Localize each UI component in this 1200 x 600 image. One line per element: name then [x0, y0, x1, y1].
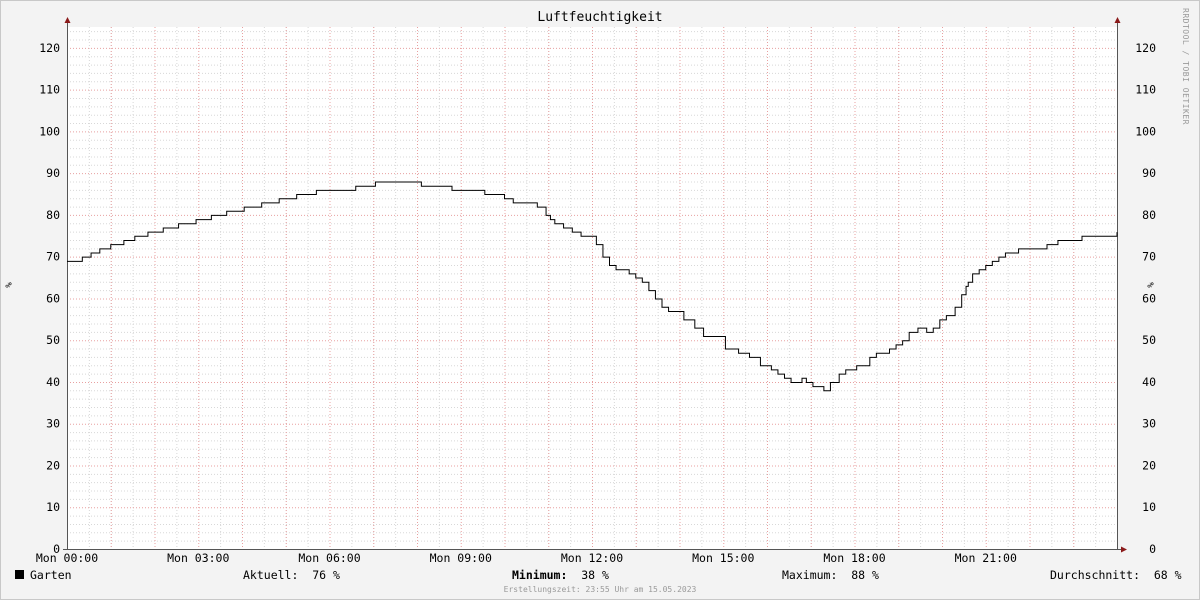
legend-maximum-label: Maximum: [782, 568, 838, 582]
y-tick-label-right: 60 [1142, 291, 1156, 305]
legend-maximum: Maximum: 88 % [782, 568, 879, 582]
legend-average-label: Durchschnitt: [1050, 568, 1141, 582]
x-tick-label: Mon 21:00 [955, 551, 1017, 565]
y-tick-label-right: 100 [1135, 124, 1156, 138]
y-tick-label-left: 120 [39, 41, 60, 55]
x-tick-label: Mon 09:00 [430, 551, 492, 565]
rrdtool-watermark: RRDTOOL / TOBI OETIKER [1181, 8, 1190, 125]
y-tick-label-left: 90 [46, 166, 60, 180]
legend-swatch [15, 570, 24, 579]
legend-maximum-value: 88 % [851, 568, 879, 582]
y-tick-label-right: 10 [1142, 500, 1156, 514]
legend-current-label: Aktuell: [243, 568, 299, 582]
y-tick-label-left: 110 [39, 83, 60, 97]
y-tick-label-right: 0 [1149, 542, 1156, 556]
y-tick-label-right: 30 [1142, 417, 1156, 431]
y-tick-label-left: 10 [46, 500, 60, 514]
generation-timestamp: Erstellungszeit: 23:55 Uhr am 15.05.2023 [503, 585, 697, 594]
x-tick-label: Mon 06:00 [298, 551, 360, 565]
legend-average-value: 68 % [1153, 568, 1182, 582]
y-tick-label-right: 40 [1142, 375, 1156, 389]
legend-minimum-value: 38 % [581, 568, 609, 582]
legend-minimum-label: Minimum: [512, 568, 568, 582]
y-tick-label-right: 120 [1135, 41, 1156, 55]
legend-minimum: Minimum: 38 % [512, 568, 609, 582]
chart-svg: 0 010 1020 2030 3040 4050 5060 6070 7080 8090 9010… [36, 17, 1156, 565]
y-tick-label-right: 20 [1142, 458, 1156, 472]
x-tick-label: Mon 15:00 [692, 551, 754, 565]
legend-current-value: 76 % [312, 568, 340, 582]
y-tick-label-left: 100 [39, 124, 60, 138]
x-tick-label: Mon 12:00 [561, 551, 623, 565]
y-tick-label-left: 70 [46, 250, 60, 264]
y-tick-label-left: 30 [46, 417, 60, 431]
x-tick-label: Mon 18:00 [823, 551, 885, 565]
x-axis-arrow [1121, 546, 1127, 553]
y-tick-label-left: 60 [46, 291, 60, 305]
y-tick-label-right: 110 [1135, 83, 1156, 97]
legend-current: Aktuell: 76 % [243, 568, 340, 582]
legend-average: Durchschnitt: 68 % [1050, 568, 1182, 582]
x-tick-label: Mon 00:00 [36, 551, 98, 565]
y-tick-label-left: 20 [46, 458, 60, 472]
y-axis-label-right: % [1144, 282, 1155, 288]
y-tick-label-left: 50 [46, 333, 60, 347]
y-tick-label-right: 80 [1142, 208, 1156, 222]
grid-layer [67, 27, 1117, 549]
y-tick-label-left: 40 [46, 375, 60, 389]
y-tick-label-right: 70 [1142, 250, 1156, 264]
chart-title: Luftfeuchtigkeit [537, 10, 663, 25]
y-axis-label-left: % [2, 282, 13, 288]
y-tick-label-right: 50 [1142, 333, 1156, 347]
y-tick-label-right: 90 [1142, 166, 1156, 180]
legend-series-name: Garten [30, 568, 72, 582]
x-tick-label: Mon 03:00 [167, 551, 229, 565]
y-tick-label-left: 80 [46, 208, 60, 222]
